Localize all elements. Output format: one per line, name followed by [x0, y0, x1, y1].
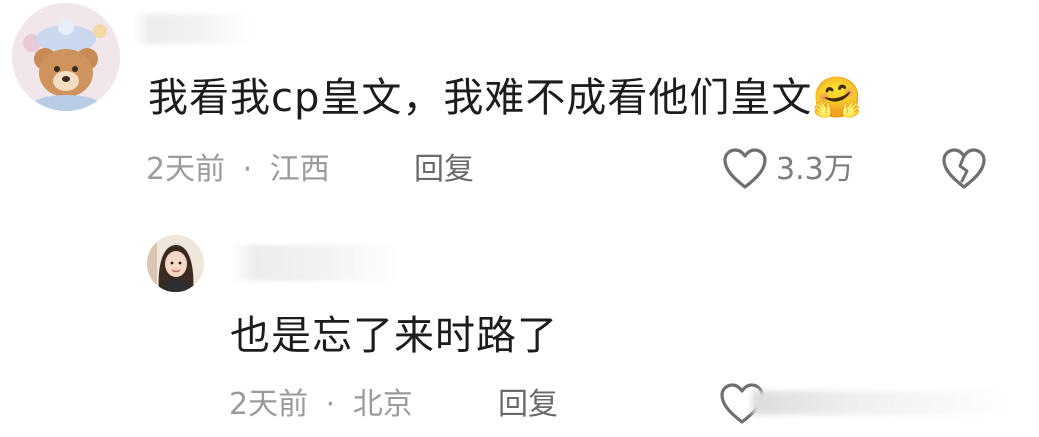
like-count: 3.3万: [776, 152, 854, 187]
redaction-smear: [752, 391, 1012, 415]
meta-separator: ·: [325, 387, 336, 422]
reply-time: 2天前: [229, 387, 309, 422]
reply-button[interactable]: 回复: [414, 152, 474, 188]
avatar[interactable]: [12, 3, 120, 111]
reply-meta: 2天前 · 北京: [229, 387, 413, 423]
reply-location: 北京: [352, 387, 413, 422]
like-button[interactable]: [722, 147, 768, 191]
bear-avatar-icon: [12, 3, 120, 111]
heart-outline-icon: [723, 148, 767, 189]
comment-text: 我看我cp皇文，我难不成看他们皇文🤗: [148, 75, 864, 121]
dislike-button[interactable]: [941, 147, 987, 191]
comment-meta: 2天前 · 江西: [146, 152, 330, 188]
comment-item: 我看我cp皇文，我难不成看他们皇文🤗 2天前 · 江西 回复 3.3万: [0, 0, 1039, 210]
hug-emoji: 🤗: [812, 75, 864, 121]
username-redacted[interactable]: [230, 245, 398, 281]
person-avatar-icon: [147, 235, 204, 292]
meta-separator: ·: [242, 152, 253, 187]
reply-text: 也是忘了来时路了: [230, 313, 558, 359]
avatar[interactable]: [147, 235, 204, 292]
username-redacted[interactable]: [133, 14, 251, 44]
reply-button[interactable]: 回复: [498, 387, 558, 423]
comment-location: 江西: [269, 152, 330, 187]
broken-heart-icon: [942, 148, 986, 189]
reply-item: 也是忘了来时路了 2天前 · 北京 回复: [0, 215, 1039, 437]
comment-time: 2天前: [146, 152, 226, 187]
